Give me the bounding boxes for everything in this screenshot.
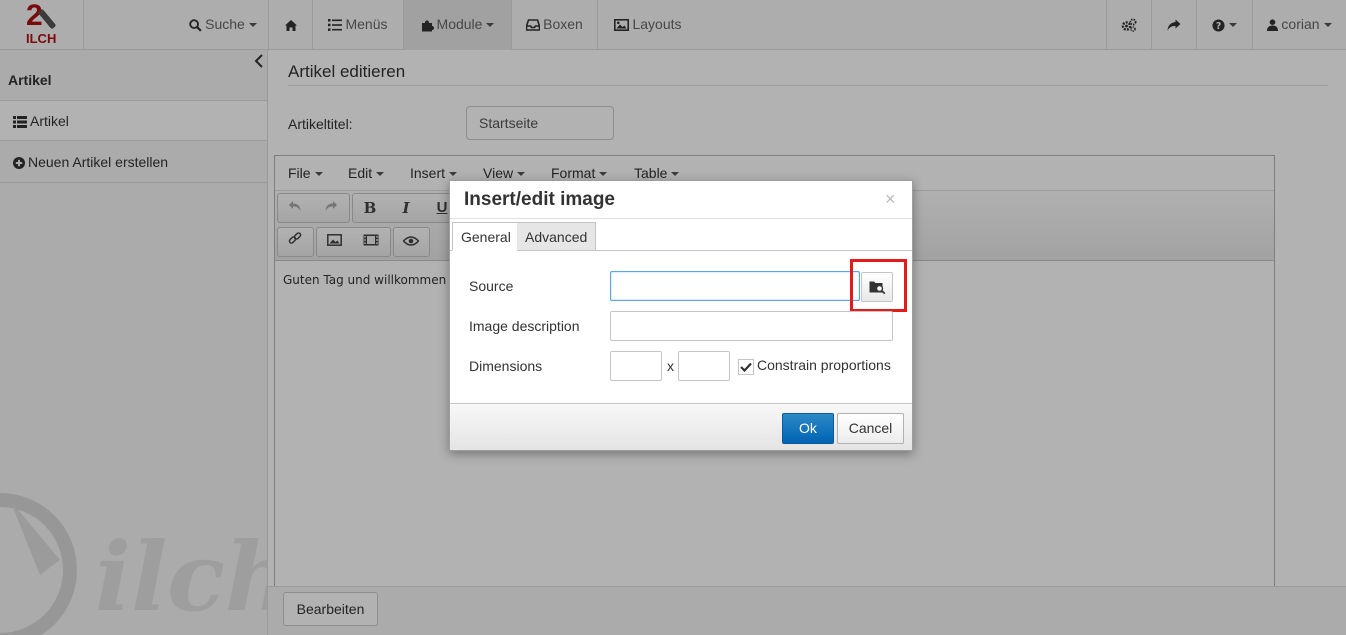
dimensions-separator: x xyxy=(667,358,674,374)
close-icon[interactable]: × xyxy=(885,189,896,210)
height-input[interactable] xyxy=(678,351,730,381)
width-input[interactable] xyxy=(610,351,662,381)
dialog-header: Insert/edit image × xyxy=(450,181,912,219)
dialog-footer: Ok Cancel xyxy=(450,403,912,450)
source-input[interactable] xyxy=(610,271,860,301)
dialog-tabs: General Advanced xyxy=(450,220,912,251)
checkmark-icon xyxy=(740,362,752,373)
cancel-button[interactable]: Cancel xyxy=(837,413,904,444)
constrain-proportions-label[interactable]: Constrain proportions xyxy=(757,357,891,373)
source-label: Source xyxy=(469,278,514,294)
insert-image-dialog: Insert/edit image × General Advanced Sou… xyxy=(449,180,913,451)
tab-advanced[interactable]: Advanced xyxy=(517,222,597,251)
tab-general[interactable]: General xyxy=(452,222,520,251)
image-description-input[interactable] xyxy=(610,311,893,341)
constrain-proportions-checkbox[interactable] xyxy=(738,359,754,375)
dialog-title: Insert/edit image xyxy=(464,189,615,210)
dimensions-label: Dimensions xyxy=(469,358,543,374)
highlight-box xyxy=(850,259,907,312)
ok-button[interactable]: Ok xyxy=(782,413,834,444)
image-description-label: Image description xyxy=(469,318,580,334)
